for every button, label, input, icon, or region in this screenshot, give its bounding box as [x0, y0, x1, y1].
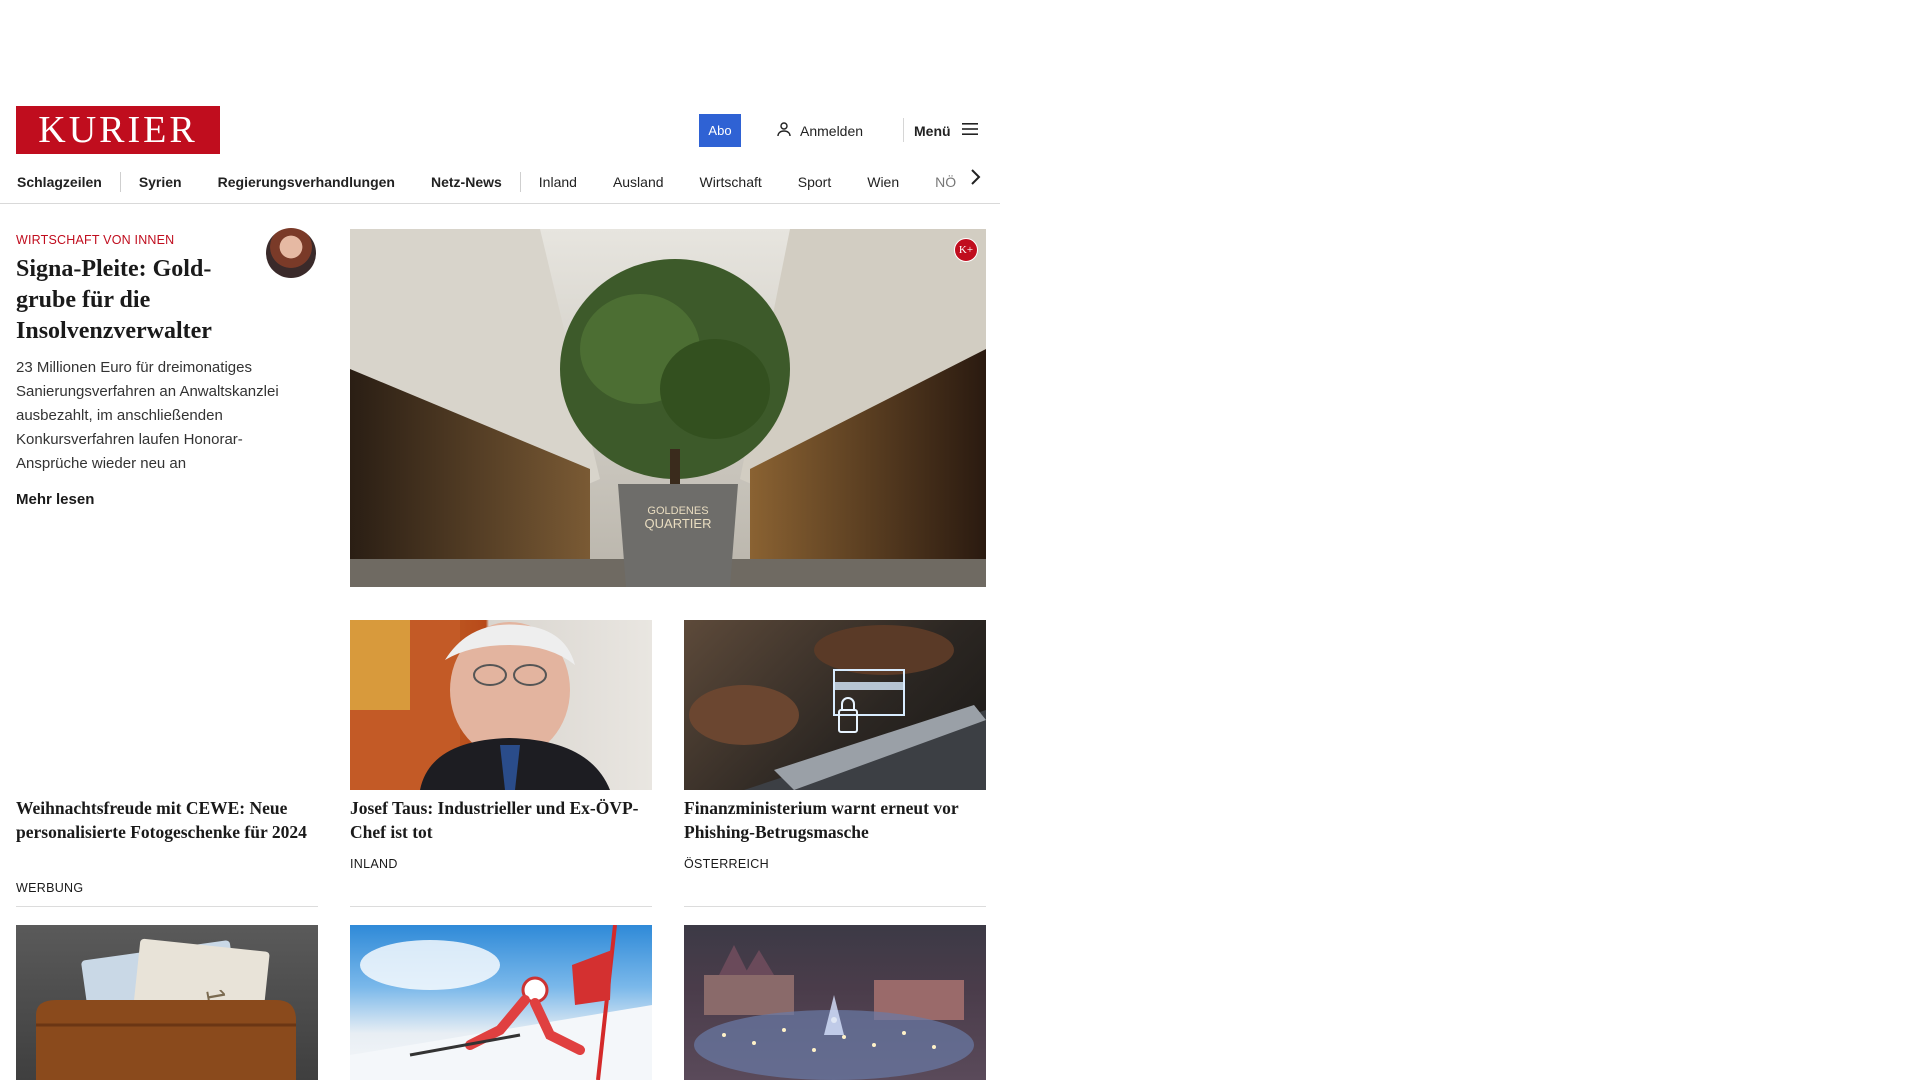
hamburger-icon [961, 122, 979, 139]
chevron-right-icon [969, 168, 981, 191]
menu-label: Menü [914, 122, 951, 139]
card-tag: ÖSTERREICH [684, 857, 769, 871]
nav-item-netz-news[interactable]: Netz-News [413, 174, 520, 190]
card-tag: WERBUNG [16, 881, 84, 895]
menu-button[interactable]: Menü [914, 114, 979, 147]
nav-item-regierungsverhandlungen[interactable]: Regierungsverhandlungen [200, 174, 413, 190]
divider [16, 906, 318, 907]
card-image[interactable]: 100 [16, 925, 318, 1080]
lead-headline[interactable]: Signa-Pleite: Gold­grube für die Insolve… [16, 254, 256, 347]
nav-scroll-right-button[interactable] [962, 166, 988, 192]
lead-kicker[interactable]: WIRTSCHAFT VON INNEN [16, 233, 174, 247]
header-divider [903, 118, 904, 142]
divider [350, 906, 652, 907]
nav-item-ausland[interactable]: Ausland [595, 174, 682, 190]
author-avatar [266, 228, 316, 278]
card-image[interactable] [350, 620, 652, 790]
card-headline[interactable]: Weihnachtsfreude mit CEWE: Neue personal… [16, 796, 326, 844]
section-nav: Schlagzeilen Syrien Regierungsverhandlun… [0, 160, 1000, 204]
page: KURIER Abo Anmelden Menü Schlagzeilen Sy… [0, 0, 1000, 1080]
kurier-logo[interactable]: KURIER [16, 106, 220, 154]
read-more-link[interactable]: Mehr lesen [16, 491, 94, 508]
card-image[interactable] [684, 620, 986, 790]
card-headline[interactable]: Finanzministerium warnt erneut vor Phish… [684, 796, 986, 844]
card-image[interactable] [350, 925, 652, 1080]
nav-item-syrien[interactable]: Syrien [121, 174, 200, 190]
user-icon [776, 121, 792, 140]
card-image[interactable] [684, 925, 986, 1080]
nav-item-wirtschaft[interactable]: Wirtschaft [682, 174, 780, 190]
abo-button[interactable]: Abo [699, 114, 741, 147]
card-tag: INLAND [350, 857, 398, 871]
card-headline[interactable]: Josef Taus: Industrieller und Ex-ÖVP-Che… [350, 796, 652, 844]
premium-badge: K+ [954, 238, 978, 262]
image-sign-text: QUARTIER [645, 516, 712, 531]
lead-image[interactable]: GOLDENES QUARTIER [350, 229, 986, 587]
login-label: Anmelden [800, 122, 864, 139]
nav-item-sport[interactable]: Sport [780, 174, 849, 190]
login-button[interactable]: Anmelden [776, 114, 863, 147]
divider [684, 906, 986, 907]
logo-text: KURIER [38, 109, 198, 151]
nav-item-inland[interactable]: Inland [521, 174, 595, 190]
lead-teaser-text: 23 Millionen Euro für dreimonatiges Sani… [16, 359, 279, 472]
nav-item-wien[interactable]: Wien [849, 174, 917, 190]
nav-item-schlagzeilen[interactable]: Schlagzeilen [0, 174, 120, 190]
